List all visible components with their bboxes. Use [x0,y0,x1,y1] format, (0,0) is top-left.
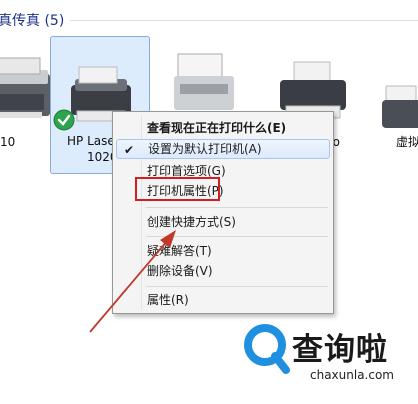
watermark-name: 查询啦 [292,332,388,368]
menu-item-remove-device[interactable]: 删除设备(V) [116,261,330,281]
menu-item-set-default-printer[interactable]: ✔ 设置为默认打印机(A) [116,139,330,159]
menu-item-troubleshoot[interactable]: 疑难解答(T) [116,241,330,261]
menu-item-label: 创建快捷方式(S) [147,215,236,229]
menu-item-label: 疑难解答(T) [147,244,212,258]
menu-separator [146,236,328,237]
menu-item-label: 设置为默认打印机(A) [148,142,262,156]
menu-item-label: 查看现在正在打印什么(E) [147,121,287,135]
watermark: 查询啦 chaxunla.com [242,320,418,404]
menu-item-create-shortcut[interactable]: 创建快捷方式(S) [116,212,330,232]
menu-item-label: 打印首选项(G) [147,164,226,178]
printer-device-5[interactable]: 虚拟 [378,36,418,176]
printer-context-menu: 查看现在正在打印什么(E) ✔ 设置为默认打印机(A) 打印首选项(G) 打印机… [112,111,334,314]
menu-separator [146,286,328,287]
watermark-url: chaxunla.com [310,368,394,382]
default-printer-check-icon [53,109,75,131]
search-logo-icon [244,324,290,374]
printers-section-title: 真传真 (5) [0,13,65,29]
menu-item-label: 删除设备(V) [147,264,213,278]
section-divider [70,20,418,21]
devices-section-header: 真传真 (5) [0,0,418,32]
highlight-box [135,177,220,201]
checkmark-icon: ✔ [124,143,135,157]
menu-item-see-whats-printing[interactable]: 查看现在正在打印什么(E) [116,118,330,138]
menu-item-properties[interactable]: 属性(R) [116,290,330,310]
device-label: 虚拟 [396,135,418,149]
fax-icon [174,53,234,110]
menu-item-label: 属性(R) [147,293,189,307]
menu-separator [146,207,328,208]
